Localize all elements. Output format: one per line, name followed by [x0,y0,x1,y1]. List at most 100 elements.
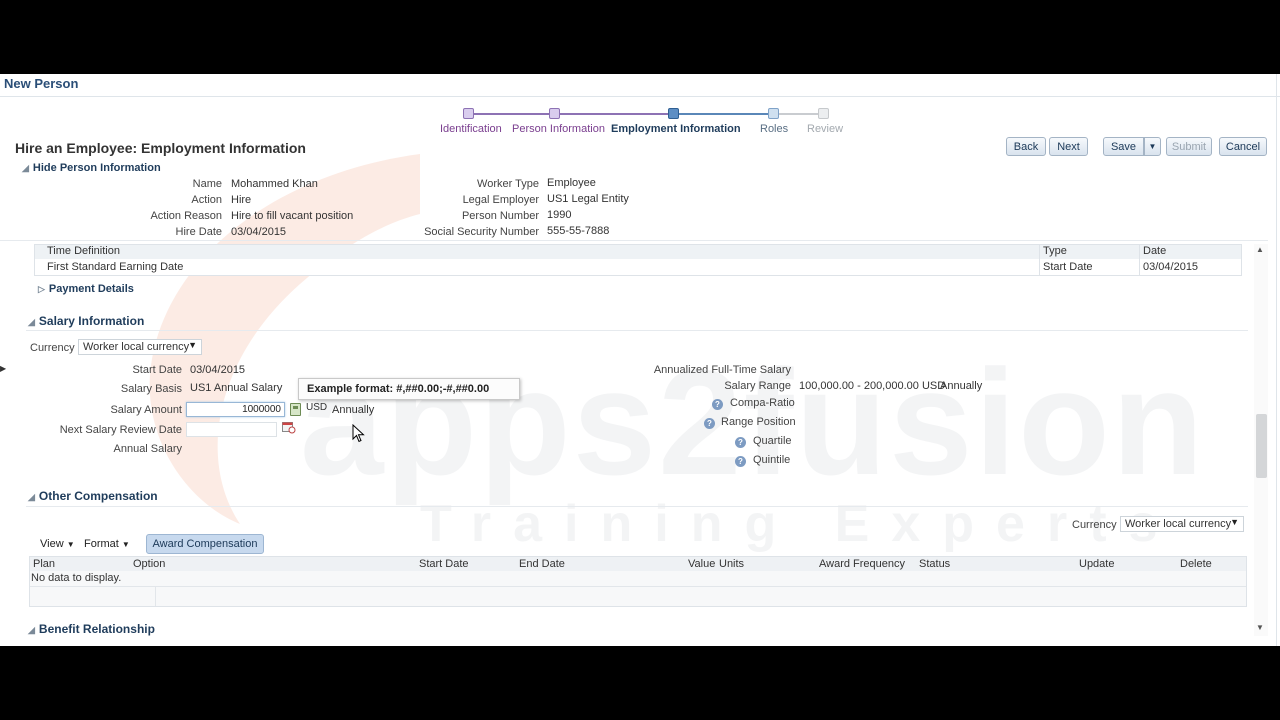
quartile-help-icon[interactable]: ? [735,437,746,448]
calculator-icon[interactable] [290,403,301,416]
train-step-review[interactable] [818,108,829,119]
submit-button: Submit [1166,137,1212,156]
train-step-person-information[interactable] [549,108,560,119]
table-row-divider [30,586,1246,587]
column-option: Option [133,558,166,570]
annualized-salary-label: Annualized Full-Time Salary [653,364,791,376]
range-position-label: Range Position [721,416,796,428]
action-label: Action [191,194,222,206]
annual-salary-label: Annual Salary [113,443,183,455]
hide-person-info-link[interactable]: ◢ Hide Person Information [22,162,161,174]
column-delete: Delete [1180,558,1212,570]
column-award-frequency: Award Frequency [819,558,906,570]
column-start-date: Start Date [419,558,469,570]
chevron-down-icon: ▼ [1148,142,1157,151]
name-value: Mohammed Khan [231,178,318,190]
view-menu[interactable]: View ▼ [40,538,75,550]
other-comp-table-header [30,557,1246,571]
back-button[interactable]: Back [1006,137,1046,156]
format-tooltip: Example format: #,##0.00;-#,##0.00 [298,378,520,400]
calendar-icon[interactable] [282,421,296,434]
column-date: Date [1143,245,1167,257]
content-divider [0,240,1268,241]
other-comp-currency-label: Currency [1072,519,1117,531]
mouse-cursor-icon [352,423,365,446]
worker-type-label: Worker Type [477,178,539,190]
column-time-definition: Time Definition [47,245,120,257]
salary-range-frequency: Annually [940,380,983,392]
salary-section-rule [26,330,1248,331]
other-comp-currency-select[interactable]: Worker local currency ▼ [1120,516,1244,532]
action-reason-label: Action Reason [150,210,222,222]
hire-date-value: 03/04/2015 [231,226,287,238]
salary-amount-input[interactable] [186,402,285,417]
column-status: Status [919,558,951,570]
col-sep-2 [1139,245,1140,275]
action-value: Hire [231,194,252,206]
quintile-help-icon[interactable]: ? [735,456,746,467]
train-step-employment-information[interactable] [668,108,679,119]
column-value: Value [688,558,716,570]
chevron-down-icon: ▼ [66,540,75,549]
amount-frequency: Annually [332,404,375,416]
scrollbar-thumb[interactable] [1256,414,1267,478]
app-window: apps2fusion Training Experts New Person … [0,74,1280,646]
quartile-label: Quartile [753,435,792,447]
action-reason-value: Hire to fill vacant position [231,210,354,222]
chevron-down-icon: ▼ [121,540,130,549]
watermark-tagline: Training Experts [420,495,1180,553]
payment-details-toggle[interactable]: ▷ Payment Details [38,283,134,295]
format-menu[interactable]: Format ▼ [84,538,130,550]
quintile-label: Quintile [753,454,791,466]
collapse-icon: ◢ [28,317,35,327]
next-review-date-input[interactable] [186,422,277,437]
salary-currency-select[interactable]: Worker local currency ▼ [78,339,202,355]
other-comp-header[interactable]: ◢ Other Compensation [28,489,158,503]
column-update: Update [1079,558,1115,570]
benefit-section-header[interactable]: ◢ Benefit Relationship [28,622,155,636]
panel-splitter-icon[interactable]: ▶ [0,364,6,373]
page-title: New Person [4,76,79,91]
page-heading: Hire an Employee: Employment Information [15,140,306,156]
hire-date-label: Hire Date [175,226,222,238]
save-menu-button[interactable]: ▼ [1144,137,1161,156]
salary-basis-value: US1 Annual Salary [190,382,283,394]
next-review-label: Next Salary Review Date [59,424,182,436]
person-number-label: Person Number [461,210,539,222]
column-units: Units [719,558,745,570]
cancel-button[interactable]: Cancel [1219,137,1267,156]
compa-ratio-help-icon[interactable]: ? [712,399,723,410]
empty-table-message: No data to display. [31,572,122,584]
train-label-identification[interactable]: Identification [440,123,502,135]
next-button[interactable]: Next [1049,137,1088,156]
start-date-value: 03/04/2015 [190,364,246,376]
salary-range-label: Salary Range [724,380,791,392]
train-line-4 [779,113,819,115]
train-label-review[interactable]: Review [807,123,843,135]
start-date-label: Start Date [132,364,182,376]
train-label-person-information[interactable]: Person Information [512,123,605,135]
legal-employer-label: Legal Employer [462,194,539,206]
scroll-up-icon[interactable]: ▲ [1256,245,1264,254]
time-row-date: 03/04/2015 [1143,261,1199,273]
column-end-date: End Date [519,558,565,570]
collapse-icon: ◢ [22,163,29,173]
person-number-value: 1990 [547,209,572,221]
train-line-2 [560,113,670,115]
dropdown-arrow-icon: ▼ [188,340,197,350]
scroll-down-icon[interactable]: ▼ [1256,623,1264,632]
salary-basis-label: Salary Basis [120,383,182,395]
train-step-identification[interactable] [463,108,474,119]
column-plan: Plan [33,558,56,570]
range-position-help-icon[interactable]: ? [704,418,715,429]
ssn-value: 555-55-7888 [547,225,610,237]
col-sep-1 [1039,245,1040,275]
time-row-type: Start Date [1043,261,1093,273]
table-col-divider [155,587,156,606]
title-divider [0,96,1280,97]
train-step-roles[interactable] [768,108,779,119]
salary-section-header[interactable]: ◢ Salary Information [28,314,144,328]
train-label-roles[interactable]: Roles [760,123,788,135]
award-compensation-button[interactable]: Award Compensation [146,534,264,554]
save-button[interactable]: Save [1103,137,1144,156]
